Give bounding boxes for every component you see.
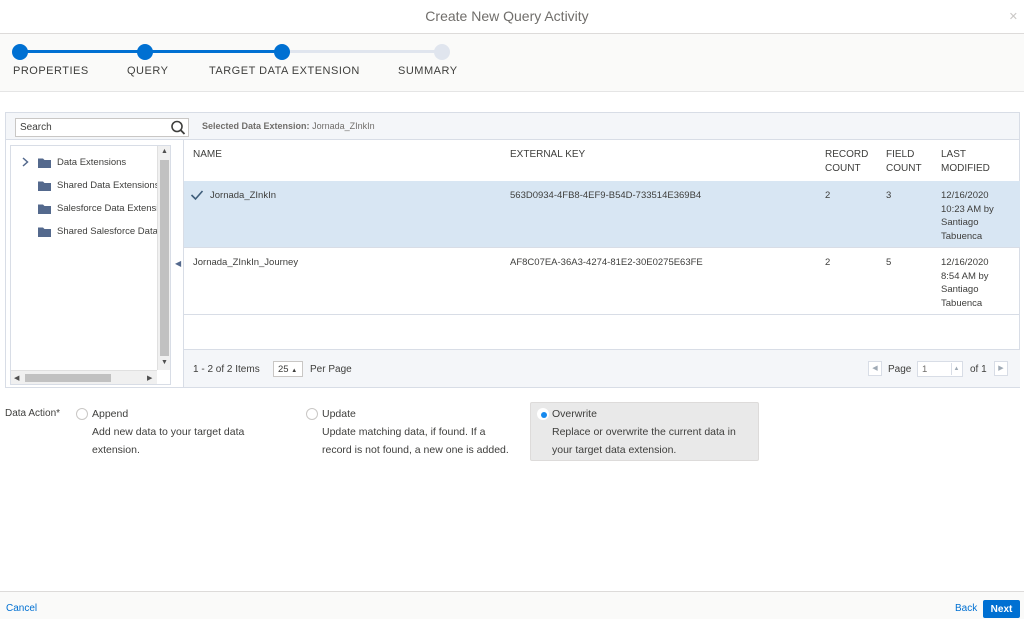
pagination-bar: 1 - 2 of 2 Items 25 ▲ Per Page ◀ Page 1 … <box>184 349 1020 387</box>
collapse-arrow-icon[interactable]: ◀ <box>175 259 181 268</box>
vertical-scroll-thumb[interactable] <box>160 160 169 356</box>
scroll-left-arrow-icon[interactable]: ◀ <box>14 374 19 382</box>
step-dot-target-data-extension[interactable] <box>274 44 290 60</box>
data-extension-picker: Selected Data Extension: Jornada_ZInkIn … <box>5 112 1020 388</box>
row-record-count: 2 <box>825 257 831 268</box>
step-label-summary: SUMMARY <box>398 65 458 77</box>
scroll-down-arrow-icon[interactable]: ▼ <box>161 359 168 366</box>
option-description-line: extension. <box>92 443 140 456</box>
horizontal-scroll-thumb[interactable] <box>25 374 111 382</box>
row-field-count: 5 <box>886 257 892 268</box>
option-title: Overwrite <box>552 408 597 420</box>
pagination-summary: 1 - 2 of 2 Items <box>193 364 260 375</box>
per-page-select[interactable]: 25 ▲ <box>273 361 303 377</box>
folder-icon <box>38 180 51 194</box>
picker-toolbar: Selected Data Extension: Jornada_ZInkIn <box>6 113 1019 140</box>
option-description: Replace or overwrite the current data in… <box>552 424 736 459</box>
dialog-title: Create New Query Activity <box>425 8 589 24</box>
row-name: Jornada_ZInkIn_Journey <box>193 257 299 268</box>
option-title: Update <box>322 408 356 420</box>
progress-indicator: PROPERTIES QUERY TARGET DATA EXTENSION S… <box>0 34 1024 92</box>
search-input[interactable] <box>16 119 168 136</box>
table-row[interactable]: Jornada_ZInkIn 563D0934-4FB8-4EF9-B54D-7… <box>184 181 1020 248</box>
tree-item-salesforce-data-extensions[interactable]: Salesforce Data Extensions <box>11 200 161 218</box>
dialog-footer: Cancel Back Next <box>0 591 1024 619</box>
search-box <box>15 118 189 137</box>
step-dot-query[interactable] <box>137 44 153 60</box>
step-label-properties: PROPERTIES <box>13 65 89 77</box>
caret-up-icon: ▲ <box>291 368 298 374</box>
update-radio[interactable] <box>306 408 318 420</box>
option-description: Add new data to your target data extensi… <box>92 424 244 459</box>
step-dot-summary[interactable] <box>434 44 450 60</box>
data-action-option-update[interactable]: Update Update matching data, if found. I… <box>299 402 525 461</box>
next-button[interactable]: Next <box>983 600 1020 618</box>
column-header-last-modified[interactable]: LAST MODIFIED <box>941 148 1001 176</box>
option-description-line: Add new data to your target data <box>92 426 245 438</box>
tree-item-data-extensions[interactable]: Data Extensions <box>11 154 161 172</box>
back-button[interactable]: Back <box>955 603 977 614</box>
tree-item-label: Shared Data Extensions <box>57 180 160 191</box>
column-header-name[interactable]: NAME <box>193 148 222 162</box>
dialog-header: Create New Query Activity ✕ <box>0 0 1024 34</box>
per-page-value: 25 <box>278 364 289 375</box>
row-last-modified: 12/16/2020 10:23 AM by Santiago Tabuenca <box>941 190 994 242</box>
progress-track-incomplete <box>282 50 442 53</box>
row-name: Jornada_ZInkIn <box>210 190 277 201</box>
scroll-up-arrow-icon[interactable]: ▲ <box>161 148 168 155</box>
row-external-key: 563D0934-4FB8-4EF9-B54D-733514E369B4 <box>510 190 702 201</box>
folder-icon <box>38 157 51 171</box>
step-label-target-data-extension: TARGET DATA EXTENSION <box>209 65 360 77</box>
table-row[interactable]: Jornada_ZInkIn_Journey AF8C07EA-36A3-427… <box>184 248 1020 315</box>
tree-horizontal-scrollbar[interactable]: ◀ ▶ <box>11 370 157 384</box>
data-action-option-overwrite[interactable]: Overwrite Replace or overwrite the curre… <box>530 402 759 461</box>
next-page-button[interactable]: ▶ <box>994 361 1008 376</box>
step-label-query: QUERY <box>127 65 169 77</box>
data-action-label: Data Action* <box>5 408 61 419</box>
row-record-count: 2 <box>825 190 831 201</box>
tree-item-label: Shared Salesforce Data Extensions <box>57 226 161 237</box>
folder-tree: Data Extensions Shared Data Extensions S… <box>10 145 171 385</box>
row-external-key: AF8C07EA-36A3-4274-81E2-30E0275E63FE <box>510 257 703 268</box>
page-number-input[interactable]: 1 ▲ <box>917 361 963 377</box>
overwrite-radio[interactable] <box>537 408 549 420</box>
page-count-label: of 1 <box>970 364 987 375</box>
option-description-line: your target data extension. <box>552 443 677 456</box>
option-description-line: Replace or overwrite the current data in <box>552 426 736 438</box>
page-spinner-icon[interactable]: ▲ <box>951 363 961 375</box>
column-header-external-key[interactable]: EXTERNAL KEY <box>510 148 585 162</box>
column-header-record-count[interactable]: RECORD COUNT <box>825 148 875 176</box>
search-icon[interactable] <box>169 119 187 136</box>
page-number-value: 1 <box>922 364 928 375</box>
tree-item-label: Salesforce Data Extensions <box>57 203 161 214</box>
tree-vertical-scrollbar[interactable]: ▲ ▼ <box>157 146 170 370</box>
checkmark-icon <box>190 190 204 201</box>
tree-item-shared-salesforce-data-extensions[interactable]: Shared Salesforce Data Extensions <box>11 223 161 241</box>
data-extension-table: NAME EXTERNAL KEY RECORD COUNT FIELD COU… <box>183 140 1020 387</box>
data-action-option-append[interactable]: Append Add new data to your target data … <box>69 402 269 461</box>
option-description-line: Update matching data, if found. If a <box>322 426 486 438</box>
selected-data-extension-value: Jornada_ZInkIn <box>312 121 375 131</box>
selected-data-extension: Selected Data Extension: Jornada_ZInkIn <box>202 121 375 131</box>
append-radio[interactable] <box>76 408 88 420</box>
folder-icon <box>38 203 51 217</box>
column-header-field-count[interactable]: FIELD COUNT <box>886 148 926 176</box>
step-dot-properties[interactable] <box>12 44 28 60</box>
row-field-count: 3 <box>886 190 892 201</box>
tree-item-label: Data Extensions <box>57 157 127 168</box>
cancel-button[interactable]: Cancel <box>6 603 37 614</box>
tree-item-shared-data-extensions[interactable]: Shared Data Extensions <box>11 177 161 195</box>
selected-data-extension-label: Selected Data Extension: <box>202 121 310 131</box>
scroll-right-arrow-icon[interactable]: ▶ <box>147 374 152 382</box>
close-icon[interactable]: ✕ <box>1009 10 1018 23</box>
folder-icon <box>38 226 51 240</box>
per-page-label: Per Page <box>310 364 352 375</box>
page-label: Page <box>888 364 912 375</box>
option-description: Update matching data, if found. If a rec… <box>322 424 509 459</box>
option-title: Append <box>92 408 129 420</box>
previous-page-button[interactable]: ◀ <box>868 361 882 376</box>
row-last-modified: 12/16/2020 8:54 AM by Santiago Tabuenca <box>941 257 989 309</box>
chevron-right-icon[interactable] <box>22 157 29 169</box>
option-description-line: record is not found, a new one is added. <box>322 443 509 456</box>
